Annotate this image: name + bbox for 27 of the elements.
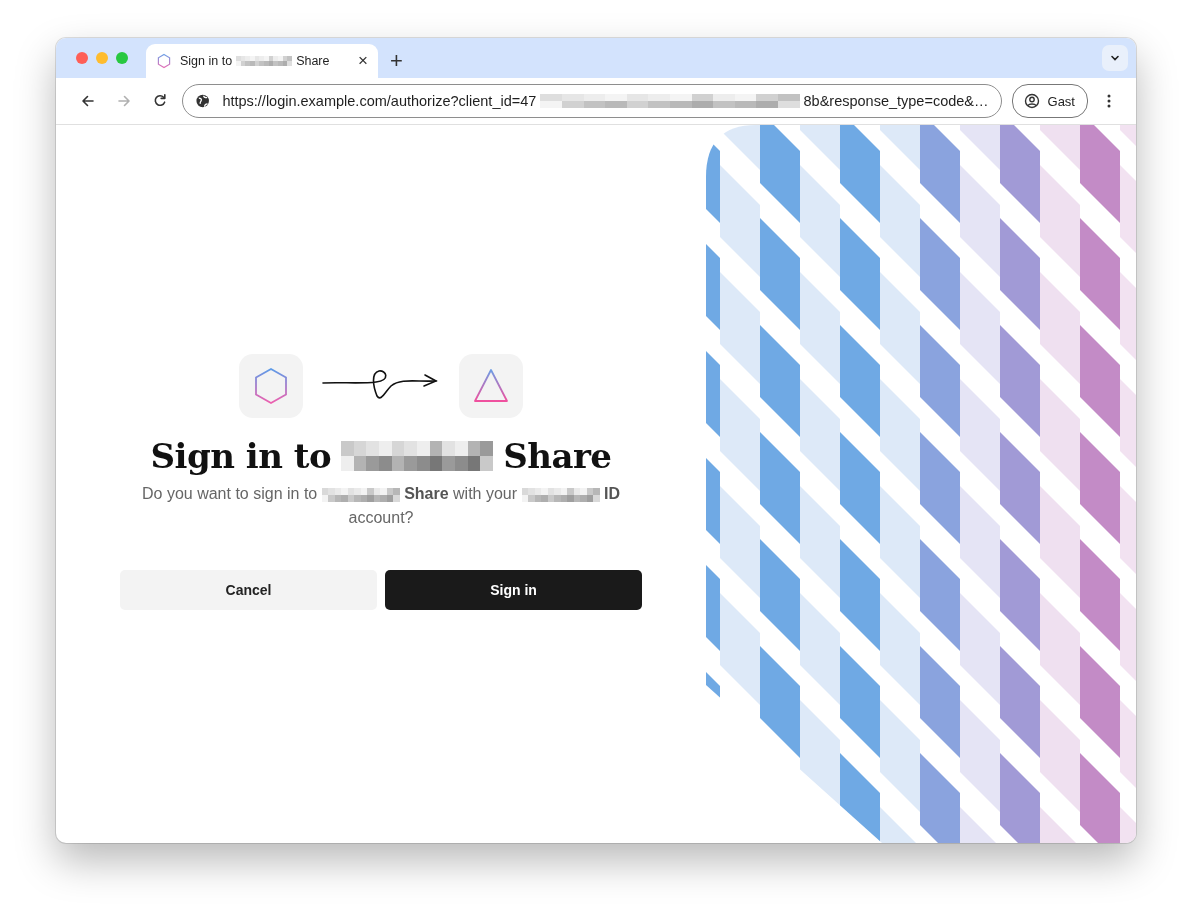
back-arrow-icon [80,93,96,109]
message-text: Do you want to sign in to [142,485,318,502]
sign-in-button[interactable]: Sign in [385,570,642,610]
tab-search-button[interactable] [1102,45,1128,71]
tab-title: Sign in to [180,54,233,68]
reload-icon [152,93,168,109]
person-icon [1023,93,1040,109]
globe-icon [195,93,211,109]
heading-text: Sign in to [150,436,332,476]
close-tab-button[interactable]: × [358,53,368,69]
browser-tab[interactable]: Sign in to Share × [146,44,378,78]
close-window-button[interactable] [76,52,88,64]
zoom-window-button[interactable] [116,52,128,64]
message-text: ID [604,485,620,502]
cancel-button[interactable]: Cancel [120,570,377,610]
heading-text: Share [503,436,612,476]
redacted-text [236,56,293,66]
hexagon-icon [156,53,172,69]
url-text: 8b&response_type=code&… [803,93,989,109]
new-tab-button[interactable]: + [390,50,403,72]
tab-title: Share [296,54,330,68]
forward-arrow-icon [116,93,132,109]
url-text: https://login.example.com/authorize?client_id=47 [222,93,537,109]
message-text: account? [348,509,414,526]
message-text: Share with your [404,485,518,502]
more-vertical-icon [1107,93,1111,109]
profile-button[interactable]: Gast [1011,84,1088,118]
